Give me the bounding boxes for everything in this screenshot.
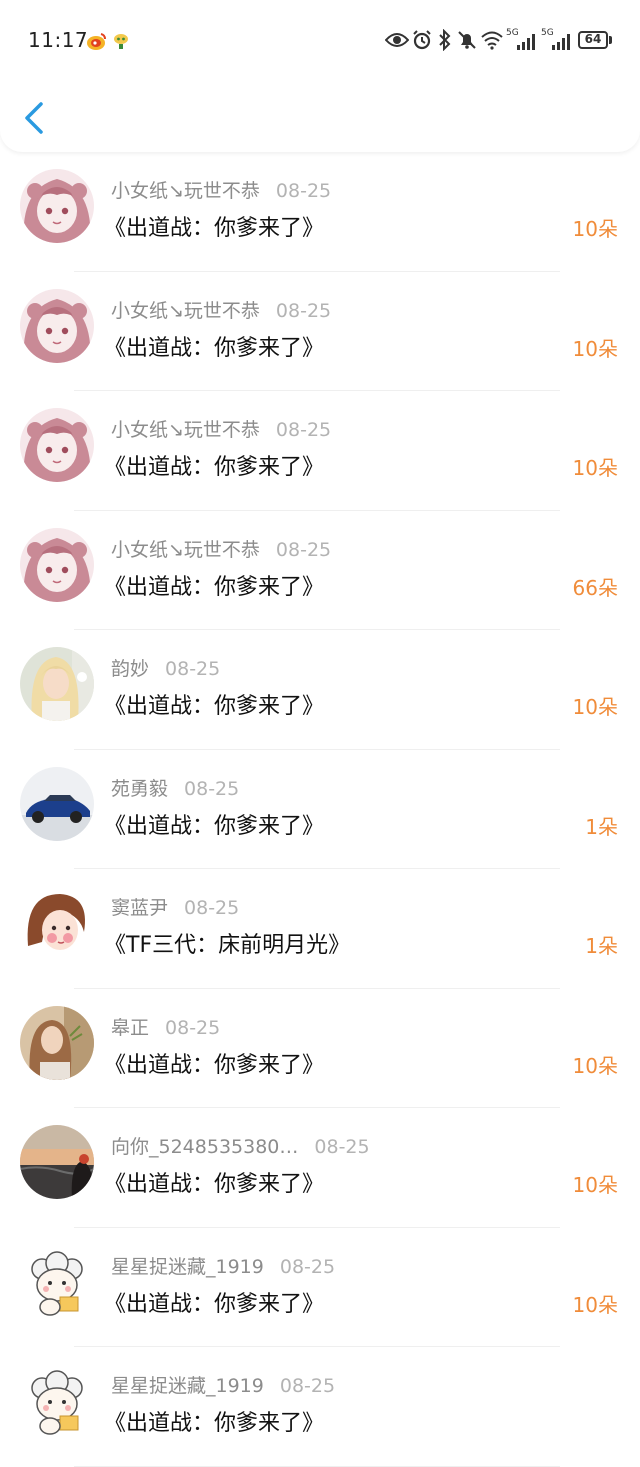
battery-cap [609,36,612,44]
avatar[interactable] [20,1005,94,1080]
signal-icon [517,34,535,50]
list-item[interactable]: 小女纸↘玩世不恭 08-25 《出道战：你爹来了》 10朵 [0,391,640,511]
gift-amount: 10朵 [572,456,618,480]
gift-amount: 10朵 [572,217,618,241]
item-title: 《出道战：你爹来了》 [104,694,325,719]
item-meta: 小女纸↘玩世不恭 08-25 [111,296,331,323]
item-meta: 皋正 08-25 [111,1013,220,1040]
user-name[interactable]: 小女纸↘玩世不恭 [111,180,260,202]
item-meta: 小女纸↘玩世不恭 08-25 [111,176,331,203]
header: 11:17 5G 5G 64 [0,0,640,152]
list-item[interactable]: 苑勇毅 08-25 《出道战：你爹来了》 1朵 [0,750,640,869]
item-date: 08-25 [184,897,240,919]
item-title: 《出道战：你爹来了》 [104,455,325,480]
list-item[interactable]: 韵妙 08-25 《出道战：你爹来了》 10朵 [0,630,640,750]
item-date: 08-25 [184,777,240,800]
signal-icon-2 [552,34,570,50]
avatar[interactable] [20,169,94,243]
list-item[interactable]: 小女纸↘玩世不恭 08-25 《出道战：你爹来了》 10朵 [0,152,640,272]
gift-amount: 66朵 [572,575,618,600]
item-title: 《出道战：你爹来了》 [104,216,325,241]
item-meta: 小女纸↘玩世不恭 08-25 [111,415,331,442]
item-title: 《出道战：你爹来了》 [104,335,325,361]
list-item[interactable]: 小女纸↘玩世不恭 08-25 《出道战：你爹来了》 10朵 [0,272,640,391]
item-title: 《出道战：你爹来了》 [104,813,325,839]
item-date: 08-25 [279,1255,336,1278]
user-name[interactable]: 小女纸↘玩世不恭 [111,539,260,561]
gift-amount: 10朵 [572,695,618,719]
gift-amount: 10朵 [572,1292,618,1317]
gift-amount: 10朵 [572,336,618,361]
user-name[interactable]: 小女纸↘玩世不恭 [111,300,260,322]
item-title: 《出道战：你爹来了》 [104,1291,325,1317]
item-meta: 向你_5248535380… 08-25 [111,1132,370,1159]
gift-amount: 10朵 [572,1053,618,1078]
user-name[interactable]: 星星捉迷藏_1919 [111,1256,264,1278]
user-name[interactable]: 皋正 [111,1017,149,1039]
item-meta: 苑勇毅 08-25 [111,774,239,801]
list-item[interactable]: 小女纸↘玩世不恭 08-25 《出道战：你爹来了》 66朵 [0,511,640,630]
item-title: 《出道战：你爹来了》 [104,1411,325,1436]
back-button[interactable] [16,96,56,140]
bluetooth-icon [439,29,451,51]
mute-icon [458,31,476,49]
list-item[interactable]: 窦蓝尹 08-25 《TF三代：床前明月光》 1朵 [0,869,640,989]
item-meta: 窦蓝尹 08-25 [111,893,239,920]
user-name[interactable]: 向你_5248535380… [111,1136,298,1158]
eye-comfort-icon [385,33,409,47]
item-date: 08-25 [165,1016,221,1039]
user-name[interactable]: 星星捉迷藏_1919 [111,1375,264,1397]
user-name[interactable]: 窦蓝尹 [111,897,168,919]
item-date: 08-25 [275,419,332,441]
avatar[interactable] [20,527,94,602]
item-meta: 韵妙 08-25 [111,654,220,681]
avatar[interactable] [20,1364,94,1438]
item-date: 08-25 [275,299,332,322]
user-name[interactable]: 韵妙 [111,658,149,680]
item-date: 08-25 [165,658,221,680]
item-date: 08-25 [314,1136,370,1158]
battery-level: 64 [584,32,602,46]
item-meta: 星星捉迷藏_1919 08-25 [111,1252,335,1279]
item-title: 《TF三代：床前明月光》 [104,933,351,958]
avatar[interactable] [20,1244,94,1319]
list-item[interactable]: 星星捉迷藏_1919 08-25 《出道战：你爹来了》 [0,1347,640,1467]
list-item[interactable]: 星星捉迷藏_1919 08-25 《出道战：你爹来了》 10朵 [0,1228,640,1347]
avatar[interactable] [20,886,94,960]
item-date: 08-25 [275,538,332,561]
avatar[interactable] [20,408,94,482]
avatar[interactable] [20,766,94,841]
item-title: 《出道战：你爹来了》 [104,574,325,600]
status-time: 11:17 [28,28,89,52]
app-notification-icon [114,34,128,49]
gift-amount: 10朵 [572,1173,618,1197]
divider [74,1465,560,1467]
item-meta: 小女纸↘玩世不恭 08-25 [111,535,331,562]
avatar[interactable] [20,1125,94,1199]
status-bar: 11:17 5G 5G 64 [0,0,640,80]
item-title: 《出道战：你爹来了》 [104,1052,325,1078]
wifi-icon [481,31,503,50]
user-name[interactable]: 苑勇毅 [111,778,168,800]
gift-amount: 1朵 [585,814,618,839]
list-item[interactable]: 皋正 08-25 《出道战：你爹来了》 10朵 [0,989,640,1108]
weibo-icon [87,33,106,50]
avatar[interactable] [20,288,94,363]
item-date: 08-25 [275,180,332,202]
item-date: 08-25 [279,1375,336,1397]
user-name[interactable]: 小女纸↘玩世不恭 [111,419,260,441]
alarm-icon [413,30,431,50]
list-item[interactable]: 向你_5248535380… 08-25 《出道战：你爹来了》 10朵 [0,1108,640,1228]
gift-amount: 1朵 [585,934,618,958]
battery-icon: 64 [578,31,608,49]
avatar[interactable] [20,647,94,721]
item-meta: 星星捉迷藏_1919 08-25 [111,1371,335,1398]
gift-record-list: 小女纸↘玩世不恭 08-25 《出道战：你爹来了》 10朵 小女纸↘玩世不恭 08-25… [0,152,640,1467]
item-title: 《出道战：你爹来了》 [104,1172,325,1197]
chevron-left-icon [25,102,43,134]
